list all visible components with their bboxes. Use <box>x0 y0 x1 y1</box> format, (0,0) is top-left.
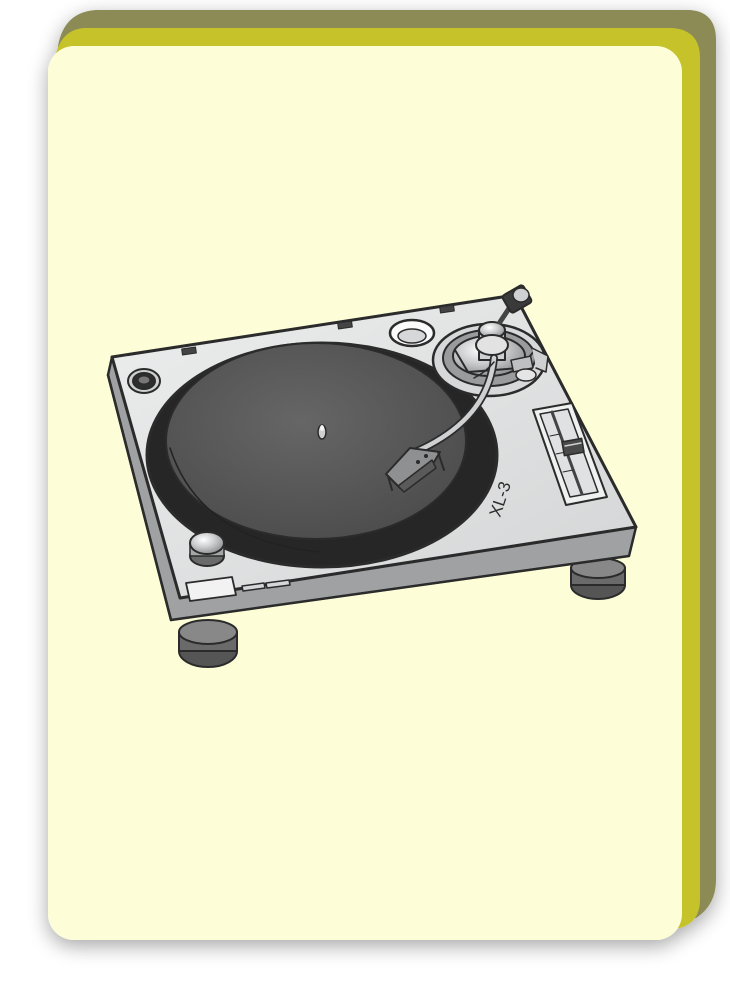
tonearm-pivot <box>475 321 509 361</box>
turntable-card: XL-3 <box>48 10 716 940</box>
spindle-icon <box>317 424 327 440</box>
card-stage: XL-3 <box>0 0 730 988</box>
adapter-hole <box>127 368 161 394</box>
start-stop-knob <box>189 531 225 567</box>
pitch-fader-knob <box>561 437 585 457</box>
